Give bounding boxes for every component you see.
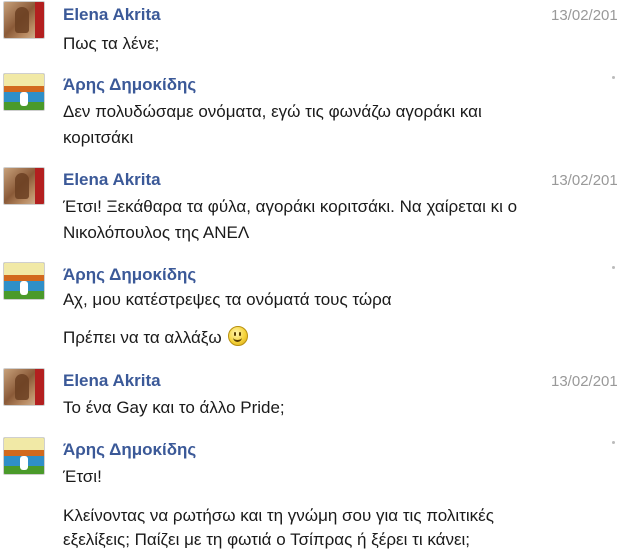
avatar[interactable] [3, 167, 45, 205]
message-text: κοριτσάκι [63, 128, 134, 147]
message-text: Έτσι! [63, 467, 102, 486]
message-text: Κλείνοντας να ρωτήσω και τη γνώμη σου γι… [63, 506, 494, 525]
avatar[interactable] [3, 262, 45, 300]
message-text: Νικολόπουλος της ΑΝΕΛ [63, 223, 250, 242]
sender-name[interactable]: Elena Akrita [63, 371, 161, 391]
sender-name[interactable]: Elena Akrita [63, 170, 161, 190]
avatar[interactable] [3, 1, 45, 39]
separator-dot [612, 76, 615, 79]
message-text: Πρέπει να τα αλλάξω [63, 328, 222, 347]
message-text: εξελίξεις; Παίζει με τη φωτιά ο Τσίπρας … [63, 530, 471, 549]
message-date: 13/02/201 [551, 7, 618, 24]
message-text-with-emoji: Πρέπει να τα αλλάξω [63, 325, 618, 351]
avatar[interactable] [3, 368, 45, 406]
separator-dot [612, 441, 615, 444]
sender-name[interactable]: Elena Akrita [63, 5, 161, 25]
sender-name[interactable]: Άρης Δημοκίδης [63, 440, 196, 460]
message-date: 13/02/201 [551, 172, 618, 189]
sender-name[interactable]: Άρης Δημοκίδης [63, 265, 196, 285]
message-text: Δεν πολυδώσαμε ονόματα, εγώ τις φωνάζω α… [63, 102, 482, 121]
smiley-icon [227, 326, 248, 346]
message-text: Πως τα λένε; [63, 34, 160, 53]
sender-name[interactable]: Άρης Δημοκίδης [63, 75, 196, 95]
message-text: Το ένα Gay και το άλλο Pride; [63, 398, 285, 417]
avatar[interactable] [3, 437, 45, 475]
message-date: 13/02/201 [551, 373, 618, 390]
message-text: Αχ, μου κατέστρεψες τα ονόματά τους τώρα [63, 290, 392, 309]
separator-dot [612, 266, 615, 269]
avatar[interactable] [3, 73, 45, 111]
message-text: Έτσι! Ξεκάθαρα τα φύλα, αγοράκι κοριτσάκ… [63, 197, 518, 216]
